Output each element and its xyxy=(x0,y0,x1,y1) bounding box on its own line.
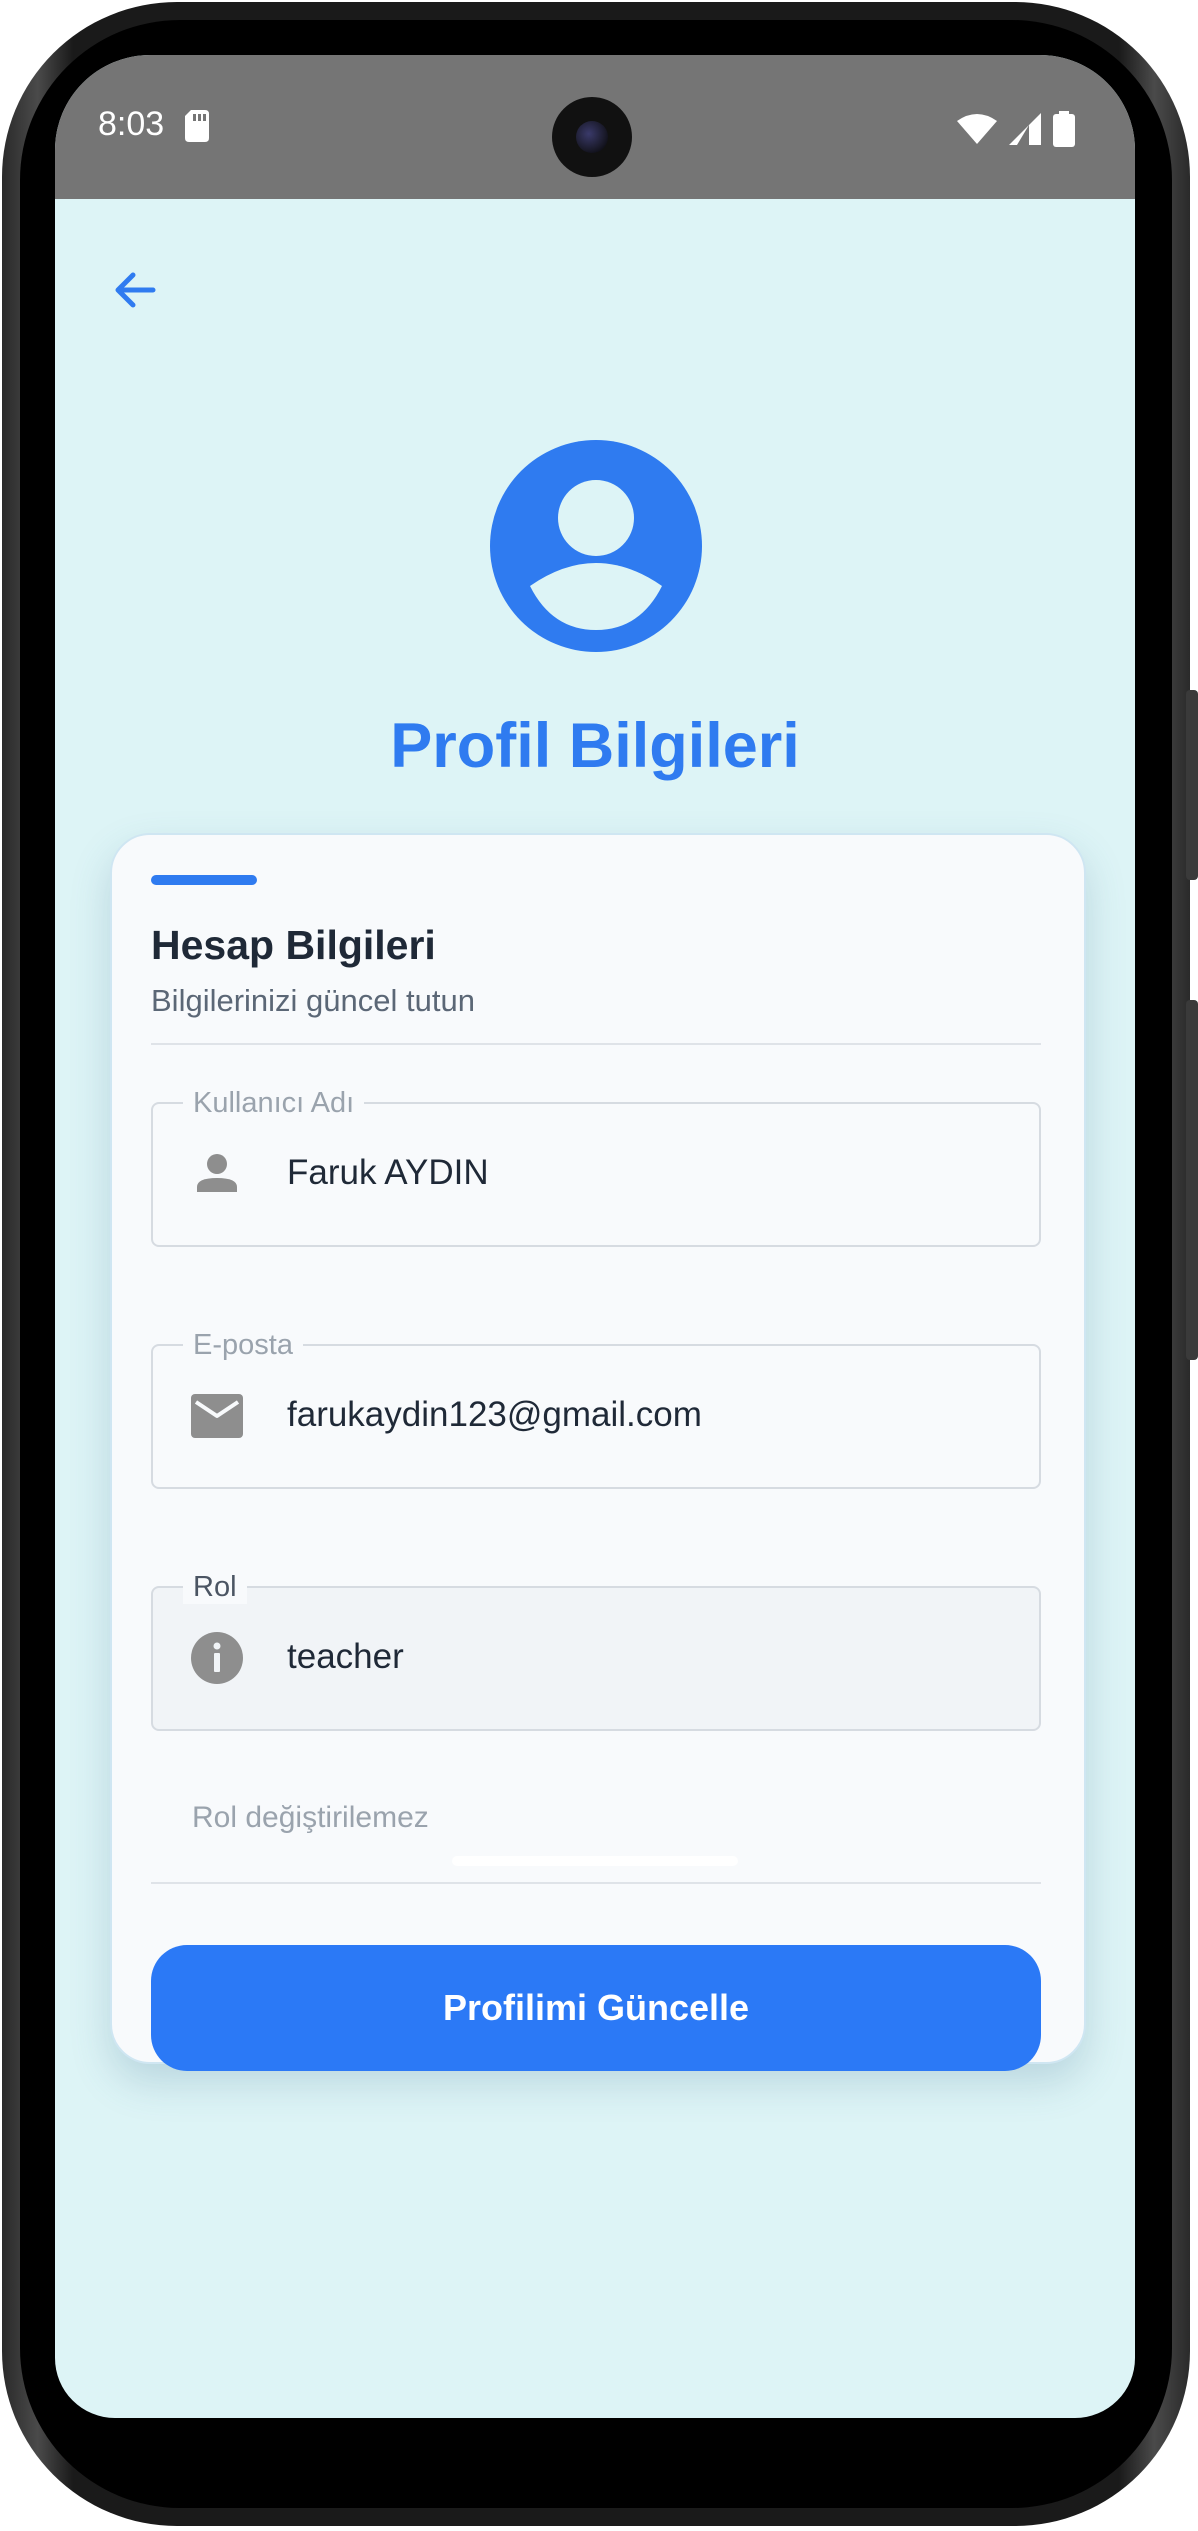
status-bar: 8:03 xyxy=(55,55,1135,199)
username-label: Kullanıcı Adı xyxy=(183,1086,365,1120)
role-label: Rol xyxy=(183,1570,247,1604)
volume-button xyxy=(1186,690,1198,880)
update-profile-button[interactable]: Profilimi Güncelle xyxy=(151,1945,1041,2071)
back-arrow-icon[interactable] xyxy=(105,260,165,320)
card-title: Hesap Bilgileri xyxy=(151,922,436,968)
username-value: Faruk AYDIN xyxy=(287,1153,489,1192)
divider xyxy=(151,1882,1041,1884)
account-info-card: Hesap Bilgileri Bilgilerinizi güncel tut… xyxy=(110,833,1086,2071)
page-title: Profil Bilgileri xyxy=(390,711,800,781)
status-icons xyxy=(957,111,1075,147)
card-accent-bar xyxy=(151,875,257,885)
battery-icon xyxy=(1053,111,1075,147)
mail-icon xyxy=(191,1394,243,1438)
account-circle-icon xyxy=(490,440,702,652)
cellular-signal-icon xyxy=(1009,113,1041,145)
email-label: E-posta xyxy=(183,1328,303,1362)
front-camera xyxy=(552,97,632,177)
sd-card-icon xyxy=(185,110,209,142)
person-icon xyxy=(197,1154,237,1192)
wifi-icon xyxy=(957,114,997,144)
email-field[interactable]: E-posta farukaydin123@gmail.com xyxy=(151,1328,1041,1489)
app-screen: 8:03 Profil Bilgileri Hesap Bilgileri Bi… xyxy=(55,55,1135,2418)
email-value: farukaydin123@gmail.com xyxy=(287,1395,702,1434)
role-field: Rol teacher xyxy=(151,1570,1041,1731)
role-value: teacher xyxy=(287,1637,404,1676)
role-helper-text: Rol değiştirilemez xyxy=(192,1801,429,1834)
home-indicator[interactable] xyxy=(452,1856,738,1866)
power-button xyxy=(1186,1000,1198,1360)
username-field[interactable]: Kullanıcı Adı Faruk AYDIN xyxy=(151,1086,1041,1247)
card-subtitle: Bilgilerinizi güncel tutun xyxy=(151,983,475,1018)
status-time: 8:03 xyxy=(98,105,165,143)
divider xyxy=(151,1043,1041,1045)
info-icon xyxy=(191,1632,243,1684)
